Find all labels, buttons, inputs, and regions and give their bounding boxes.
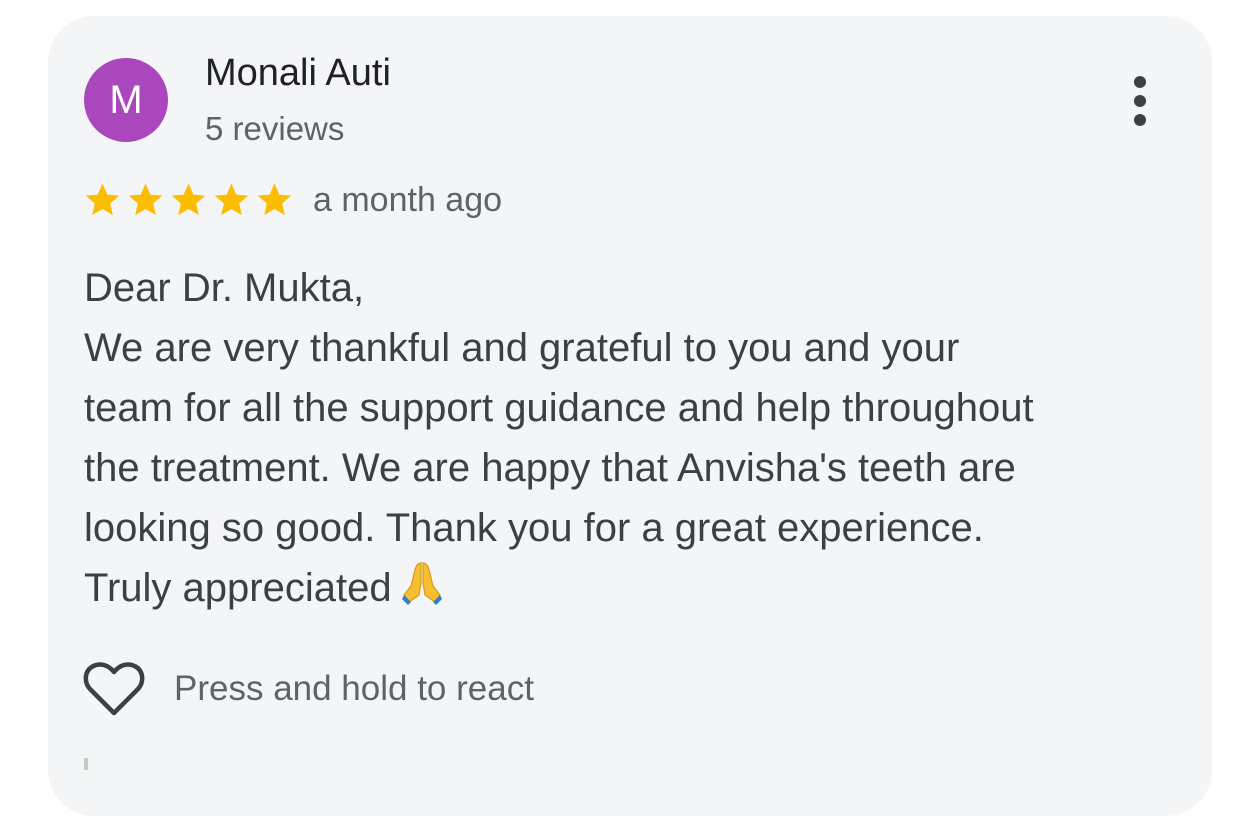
review-text-line: Dear Dr. Mukta, [84, 266, 365, 310]
review-text-line: team for all the support guidance and he… [84, 386, 1034, 430]
star-icon [168, 180, 209, 220]
review-date: a month ago [313, 181, 503, 219]
author-name[interactable]: Monali Auti [205, 52, 391, 95]
review-text-line: Truly appreciated [84, 566, 392, 610]
folded-hands-emoji-icon [400, 559, 444, 622]
react-label: Press and hold to react [174, 669, 534, 708]
more-vert-icon-dot [1134, 95, 1146, 107]
avatar[interactable]: M [84, 58, 168, 142]
react-button[interactable]: Press and hold to react [82, 660, 534, 718]
more-options-button[interactable] [1118, 70, 1162, 132]
star-icon [254, 180, 295, 220]
heart-outline-icon[interactable] [82, 660, 146, 718]
star-icon [82, 180, 123, 220]
review-text: Dear Dr. Mukta, We are very thankful and… [84, 258, 1184, 622]
review-text-line: the treatment. We are happy that Anvisha… [84, 446, 1016, 490]
divider [84, 758, 88, 770]
star-icon [125, 180, 166, 220]
review-text-line: looking so good. Thank you for a great e… [84, 506, 984, 550]
star-rating [82, 180, 295, 220]
author-review-count[interactable]: 5 reviews [205, 110, 344, 148]
star-icon [211, 180, 252, 220]
more-vert-icon-dot [1134, 114, 1146, 126]
review-text-last-line: Truly appreciated [84, 558, 1184, 622]
review-text-line: We are very thankful and grateful to you… [84, 326, 960, 370]
more-vert-icon [1134, 76, 1146, 88]
